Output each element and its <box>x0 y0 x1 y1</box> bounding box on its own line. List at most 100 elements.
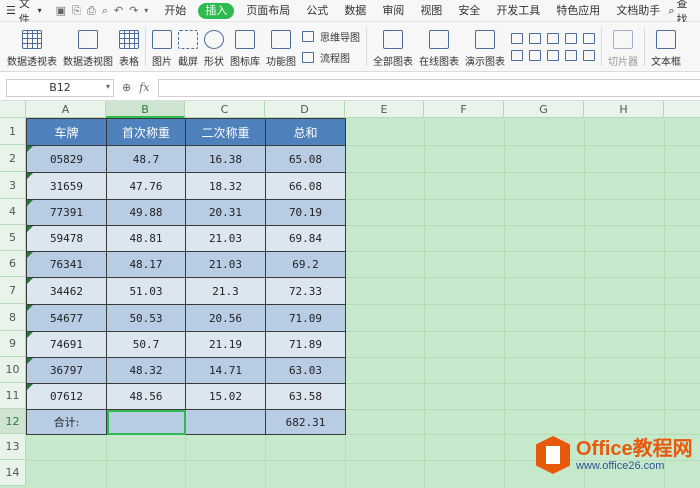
save-icon[interactable]: ▣ <box>56 4 66 17</box>
row-header-13[interactable]: 13 <box>0 434 26 460</box>
tab-insert[interactable]: 插入 <box>198 2 235 19</box>
column-header-b[interactable]: B <box>106 101 185 118</box>
cell[interactable]: 48.32 <box>106 357 186 384</box>
tab-view[interactable]: 视图 <box>412 0 450 22</box>
cell[interactable]: 18.32 <box>185 172 266 200</box>
radar-chart-icon[interactable] <box>565 32 577 44</box>
online-charts-button[interactable]: 在线图表 <box>416 24 462 70</box>
demo-charts-button[interactable]: 演示图表 <box>462 24 508 70</box>
pivot-table-button[interactable]: 数据透视表 <box>4 24 60 70</box>
cell[interactable]: 69.84 <box>265 225 346 252</box>
cell[interactable]: 34462 <box>26 277 107 305</box>
cell[interactable]: 21.19 <box>185 331 266 358</box>
print-preview-icon[interactable]: ⌕ <box>102 4 108 18</box>
total-value-cell[interactable]: 682.31 <box>265 409 346 435</box>
redo-icon[interactable]: ↷ <box>129 4 138 17</box>
cell[interactable]: 05829 <box>26 145 107 173</box>
cell[interactable]: 77391 <box>26 199 107 226</box>
cell[interactable]: 70.19 <box>265 199 346 226</box>
cell[interactable]: 14.71 <box>185 357 266 384</box>
cell[interactable]: 63.03 <box>265 357 346 384</box>
cell[interactable]: 59478 <box>26 225 107 252</box>
tab-security[interactable]: 安全 <box>450 0 488 22</box>
cell[interactable]: 48.56 <box>106 383 186 410</box>
cell[interactable]: 65.08 <box>265 145 346 173</box>
name-box[interactable]: B12 ▾ <box>6 78 114 97</box>
total-label-cell[interactable]: 合计: <box>26 409 107 435</box>
line-chart-icon[interactable] <box>547 32 559 44</box>
cell[interactable]: 76341 <box>26 251 107 278</box>
table-button[interactable]: 表格 <box>116 24 142 70</box>
row-header-14[interactable]: 14 <box>0 460 26 486</box>
tab-home[interactable]: 开始 <box>156 0 194 22</box>
cell[interactable]: 74691 <box>26 331 107 358</box>
cell[interactable]: 50.53 <box>106 304 186 332</box>
cell[interactable]: 16.38 <box>185 145 266 173</box>
shape-button[interactable]: 形状 <box>201 24 227 70</box>
cell[interactable]: 21.03 <box>185 225 266 252</box>
cell[interactable]: 15.02 <box>185 383 266 410</box>
bar-chart-icon[interactable] <box>529 32 541 44</box>
column-header-h[interactable]: H <box>584 101 664 118</box>
row-header-1[interactable]: 1 <box>0 118 26 145</box>
column-header-a[interactable]: A <box>26 101 106 118</box>
cell[interactable]: 47.76 <box>106 172 186 200</box>
function-chart-button[interactable]: 功能图 <box>263 24 299 70</box>
stock-chart-icon[interactable] <box>565 49 577 61</box>
zoom-icon[interactable]: ⊕ <box>122 81 131 94</box>
header-first-weight[interactable]: 首次称重 <box>106 118 186 146</box>
cell[interactable]: 20.31 <box>185 199 266 226</box>
row-header-9[interactable]: 9 <box>0 331 26 357</box>
pivot-chart-button[interactable]: 数据透视图 <box>60 24 116 70</box>
all-charts-button[interactable]: 全部图表 <box>370 24 416 70</box>
cell[interactable]: 48.7 <box>106 145 186 173</box>
slicer-button[interactable]: 切片器 <box>605 24 641 70</box>
row-header-2[interactable]: 2 <box>0 145 26 172</box>
column-header-i[interactable] <box>664 101 700 118</box>
cell[interactable]: 07612 <box>26 383 107 410</box>
scatter-chart-icon[interactable] <box>529 49 541 61</box>
column-header-e[interactable]: E <box>345 101 424 118</box>
cell[interactable]: 21.3 <box>185 277 266 305</box>
row-header-8[interactable]: 8 <box>0 304 26 331</box>
tab-formulas[interactable]: 公式 <box>298 0 336 22</box>
print-icon[interactable]: ⎙ <box>87 4 96 18</box>
screenshot-button[interactable]: 截屏 <box>175 24 201 70</box>
other-chart-icon[interactable] <box>583 49 595 61</box>
picture-button[interactable]: 图片 <box>149 24 175 70</box>
cell[interactable]: 71.89 <box>265 331 346 358</box>
row-header-7[interactable]: 7 <box>0 277 26 304</box>
textbox-button[interactable]: 文本框 <box>648 24 684 70</box>
cell[interactable]: 48.81 <box>106 225 186 252</box>
undo-icon[interactable]: ↶ <box>114 4 123 17</box>
tab-data[interactable]: 数据 <box>336 0 374 22</box>
tab-developer[interactable]: 开发工具 <box>488 0 548 22</box>
cell[interactable]: 63.58 <box>265 383 346 410</box>
cell[interactable]: 36797 <box>26 357 107 384</box>
cell[interactable]: 72.33 <box>265 277 346 305</box>
cell[interactable]: 21.03 <box>185 251 266 278</box>
selected-cell-b12[interactable] <box>106 409 186 435</box>
cell[interactable]: 49.88 <box>106 199 186 226</box>
row-header-12[interactable]: 12 <box>0 409 26 434</box>
formula-input[interactable] <box>157 78 700 97</box>
tab-special[interactable]: 特色应用 <box>548 0 608 22</box>
chevron-down-icon[interactable]: ▾ <box>144 6 148 15</box>
pie-chart-icon[interactable] <box>547 49 559 61</box>
flowchart-button[interactable]: 流程图 <box>302 50 360 65</box>
fx-icon[interactable]: fx <box>139 81 149 94</box>
row-header-11[interactable]: 11 <box>0 383 26 409</box>
tab-review[interactable]: 审阅 <box>374 0 412 22</box>
combo-chart-icon[interactable] <box>511 49 523 61</box>
row-header-3[interactable]: 3 <box>0 172 26 199</box>
cell[interactable]: 50.7 <box>106 331 186 358</box>
header-plate[interactable]: 车牌 <box>26 118 107 146</box>
cell[interactable]: 71.09 <box>265 304 346 332</box>
icon-library-button[interactable]: 图标库 <box>227 24 263 70</box>
cell[interactable]: 51.03 <box>106 277 186 305</box>
tab-page-layout[interactable]: 页面布局 <box>238 0 298 22</box>
cell[interactable]: 20.56 <box>185 304 266 332</box>
row-header-10[interactable]: 10 <box>0 357 26 383</box>
select-all-corner[interactable] <box>0 101 26 118</box>
cell[interactable]: 69.2 <box>265 251 346 278</box>
